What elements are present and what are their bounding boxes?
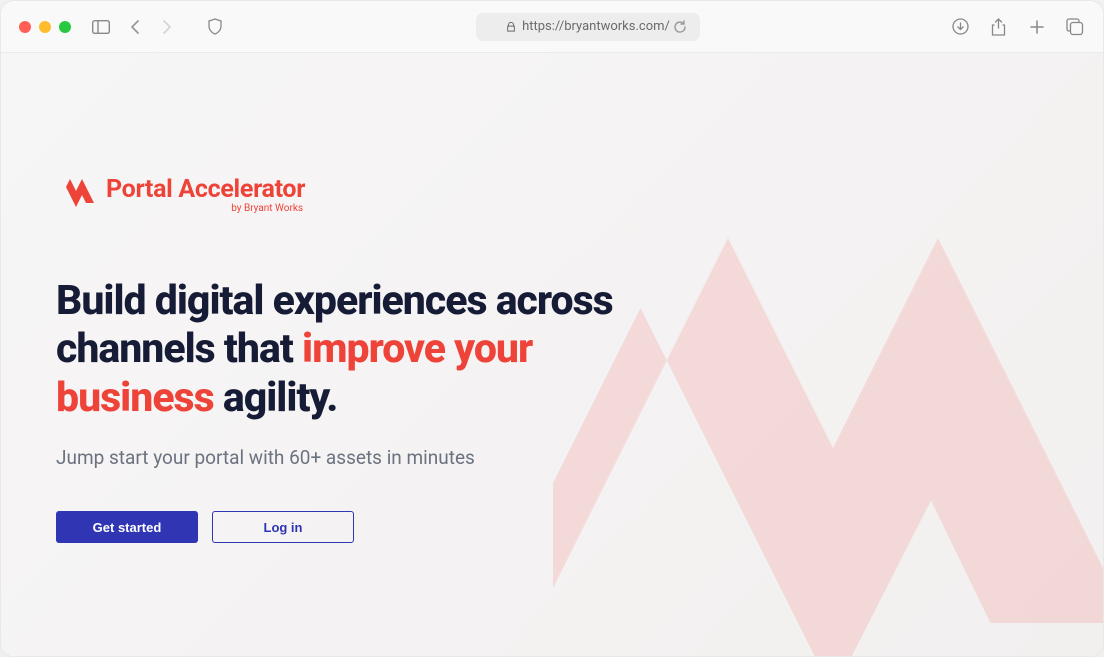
logo-title: Portal Accelerator xyxy=(106,177,305,202)
downloads-icon[interactable] xyxy=(951,17,971,37)
browser-toolbar: https://bryantworks.com/ xyxy=(1,1,1103,53)
logo-text: Portal Accelerator by Bryant Works xyxy=(106,177,305,214)
window-controls xyxy=(19,21,71,33)
url-text: https://bryantworks.com/ xyxy=(522,19,670,34)
new-tab-icon[interactable] xyxy=(1027,17,1047,37)
sidebar-toggle-icon[interactable] xyxy=(91,17,111,37)
forward-button[interactable] xyxy=(157,17,177,37)
refresh-icon[interactable] xyxy=(670,17,690,37)
get-started-button[interactable]: Get started xyxy=(56,511,198,543)
navigation-buttons xyxy=(125,17,177,37)
toolbar-right-controls xyxy=(951,17,1085,37)
privacy-shield-icon[interactable] xyxy=(205,17,225,37)
logo-subtitle: by Bryant Works xyxy=(231,204,303,214)
tabs-overview-icon[interactable] xyxy=(1065,17,1085,37)
url-bar[interactable]: https://bryantworks.com/ xyxy=(476,13,699,41)
login-button[interactable]: Log in xyxy=(212,511,354,543)
maximize-window-button[interactable] xyxy=(59,21,71,33)
cta-buttons: Get started Log in xyxy=(56,511,1048,543)
lock-icon xyxy=(506,22,516,32)
page-viewport: Portal Accelerator by Bryant Works Build… xyxy=(1,53,1103,656)
close-window-button[interactable] xyxy=(19,21,31,33)
headline-part2: agility. xyxy=(214,374,338,422)
logo-mark-icon xyxy=(56,173,96,217)
hero-headline: Build digital experiences across channel… xyxy=(56,277,676,422)
minimize-window-button[interactable] xyxy=(39,21,51,33)
share-icon[interactable] xyxy=(989,17,1009,37)
browser-window: https://bryantworks.com/ xyxy=(0,0,1104,657)
back-button[interactable] xyxy=(125,17,145,37)
hero-subheadline: Jump start your portal with 60+ assets i… xyxy=(56,446,1048,469)
hero-section: Portal Accelerator by Bryant Works Build… xyxy=(1,53,1103,583)
brand-logo: Portal Accelerator by Bryant Works xyxy=(56,173,1048,217)
